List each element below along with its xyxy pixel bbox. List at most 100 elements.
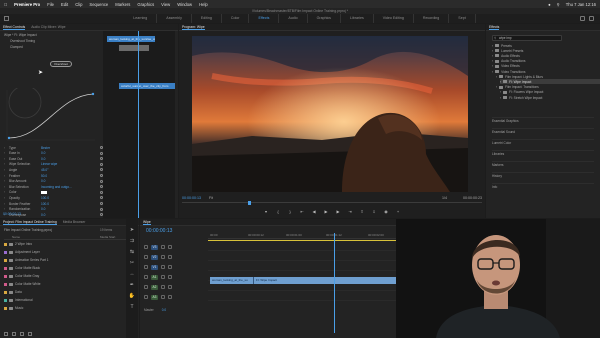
eye-icon[interactable] xyxy=(161,265,165,269)
solo-icon[interactable] xyxy=(168,275,172,279)
project-item[interactable]: Music xyxy=(4,305,136,311)
chevron-right-icon[interactable]: › xyxy=(492,59,493,63)
resolution-select[interactable]: 1/4 xyxy=(442,196,447,200)
track-name[interactable]: V3 xyxy=(151,244,158,250)
project-item[interactable]: Color Matte Gray xyxy=(4,273,136,279)
sync-lock-icon[interactable] xyxy=(168,255,172,259)
step-forward-icon[interactable]: ▶ xyxy=(336,209,341,214)
new-item-icon[interactable] xyxy=(28,332,32,336)
param-value[interactable]: 0.0 xyxy=(41,157,81,161)
zoom-select[interactable]: Fit xyxy=(209,196,213,200)
param-value[interactable]: 0.0 xyxy=(41,179,81,183)
home-icon[interactable] xyxy=(4,16,9,21)
effect-param-row[interactable]: › Type Bezier xyxy=(4,145,104,150)
sync-lock-icon[interactable] xyxy=(168,265,172,269)
tab-sequence-wipe[interactable]: Wipe xyxy=(143,220,151,225)
project-item[interactable]: Adjustment Layer xyxy=(4,249,136,255)
effect-param-row[interactable]: › Blur Selection Incoming and outgo... xyxy=(4,184,104,189)
param-value[interactable]: 100.0 xyxy=(41,202,81,206)
go-to-out-icon[interactable]: ⇥ xyxy=(348,209,353,214)
menu-window[interactable]: Window xyxy=(177,2,192,7)
chevron-right-icon[interactable]: › xyxy=(500,90,501,94)
param-value[interactable] xyxy=(41,190,47,194)
workspace-color[interactable]: Color xyxy=(222,14,250,23)
panel-section-info[interactable]: Info xyxy=(492,183,594,189)
timeline-playhead[interactable] xyxy=(334,233,335,333)
wifi-icon[interactable]: ● xyxy=(548,2,551,7)
project-item[interactable]: 2 Wipe Intro xyxy=(4,241,136,247)
extract-icon[interactable]: ⇩ xyxy=(372,209,377,214)
chevron-right-icon[interactable]: › xyxy=(496,75,497,79)
chevron-right-icon[interactable]: › xyxy=(492,49,493,53)
effect-param-row[interactable]: › Randomization 0.0 xyxy=(4,207,104,212)
app-menu[interactable]: Premiere Pro xyxy=(14,2,40,7)
label-color-swatch[interactable] xyxy=(4,258,7,262)
mark-out-icon[interactable]: } xyxy=(288,209,293,214)
label-color-swatch[interactable] xyxy=(4,282,7,286)
menu-markers[interactable]: Markers xyxy=(115,2,130,7)
label-color-swatch[interactable] xyxy=(4,242,7,246)
menu-graphics[interactable]: Graphics xyxy=(137,2,154,7)
param-value[interactable]: 100.0 xyxy=(41,196,81,200)
panel-section-lumetri-color[interactable]: Lumetri Color xyxy=(492,139,594,145)
type-tool-icon[interactable]: T xyxy=(130,304,133,310)
workspace-editing[interactable]: Editing xyxy=(192,14,222,23)
quick-export-icon[interactable] xyxy=(580,16,585,21)
effect-param-row[interactable]: › Color xyxy=(4,190,104,195)
track-name[interactable]: V2 xyxy=(151,254,158,260)
effect-param-row[interactable]: › Blur Amount 0.0 xyxy=(4,179,104,184)
project-item[interactable]: Data xyxy=(4,289,136,295)
toggle-lock-icon[interactable] xyxy=(144,255,148,259)
menu-clip[interactable]: Clip xyxy=(75,2,82,7)
workspace-audio[interactable]: Audio xyxy=(279,14,308,23)
param-value[interactable]: 50.0 xyxy=(41,174,81,178)
track-select-icon[interactable]: ⇉ xyxy=(130,238,134,244)
panel-section-history[interactable]: History xyxy=(492,172,594,178)
marker-icon[interactable]: ▾ xyxy=(264,209,269,214)
tab-program[interactable]: Program: Wipe xyxy=(182,25,205,30)
mute-icon[interactable] xyxy=(161,275,165,279)
workspace-assembly[interactable]: Assembly xyxy=(157,14,192,23)
share-icon[interactable] xyxy=(589,16,594,21)
param-value[interactable]: 0.0 xyxy=(41,151,81,155)
search-icon[interactable]: ⚲ xyxy=(557,2,560,7)
param-value[interactable]: 45.0° xyxy=(41,168,81,172)
mute-icon[interactable] xyxy=(161,285,165,289)
speed-graph[interactable] xyxy=(3,88,99,143)
lift-icon[interactable]: ⇧ xyxy=(360,209,365,214)
write-lock-icon[interactable] xyxy=(4,332,8,336)
project-item[interactable]: International xyxy=(4,297,136,303)
chevron-right-icon[interactable]: › xyxy=(492,64,493,68)
icon-view-icon[interactable] xyxy=(20,332,24,336)
timeline-clip-video[interactable]: woman_looking_at_the_su xyxy=(210,277,253,284)
toggle-lock-icon[interactable] xyxy=(144,295,148,299)
list-view-icon[interactable] xyxy=(12,332,16,336)
razor-tool-icon[interactable]: ✂ xyxy=(130,260,134,266)
param-value[interactable]: 0.0 xyxy=(41,207,81,211)
workspace-recording[interactable]: Recording xyxy=(414,14,450,23)
chevron-right-icon[interactable]: › xyxy=(500,96,501,100)
track-name[interactable]: V1 xyxy=(151,264,158,270)
param-value[interactable]: Bezier xyxy=(41,146,81,150)
menu-edit[interactable]: Edit xyxy=(61,2,68,7)
track-name[interactable]: A1 xyxy=(151,274,158,280)
apple-icon[interactable]:  xyxy=(4,2,7,7)
project-item[interactable]: Color Matte White xyxy=(4,281,136,287)
effects-tree-item[interactable]: › FI: Stretch Wipe Impact xyxy=(500,95,542,100)
button-editor-icon[interactable]: + xyxy=(396,209,401,214)
sync-lock-icon[interactable] xyxy=(168,245,172,249)
column-media-start[interactable]: Media Start xyxy=(100,235,115,239)
param-value[interactable]: 0.0 xyxy=(41,213,81,217)
label-color-swatch[interactable] xyxy=(4,250,7,254)
play-icon[interactable]: ▶ xyxy=(324,209,329,214)
effects-search-input[interactable]: ⚲ wipe imp xyxy=(492,35,562,41)
project-item[interactable]: Animation Series Part 1 xyxy=(4,257,136,263)
workspace-video-editing[interactable]: Video Editing xyxy=(374,14,414,23)
ec-clip-outgoing[interactable]: woman_looking_at_the_sunrise_over_the_ci… xyxy=(107,36,155,42)
tab-audio-clip-mixer[interactable]: Audio Clip Mixer: Wipe xyxy=(31,25,65,29)
mark-in-icon[interactable]: { xyxy=(276,209,281,214)
effect-param-row[interactable]: › Angle 45.0° xyxy=(4,167,104,172)
menu-sequence[interactable]: Sequence xyxy=(89,2,108,7)
workspace-sept[interactable]: Sept xyxy=(449,14,476,23)
panel-section-essential-sound[interactable]: Essential Sound xyxy=(492,128,594,134)
